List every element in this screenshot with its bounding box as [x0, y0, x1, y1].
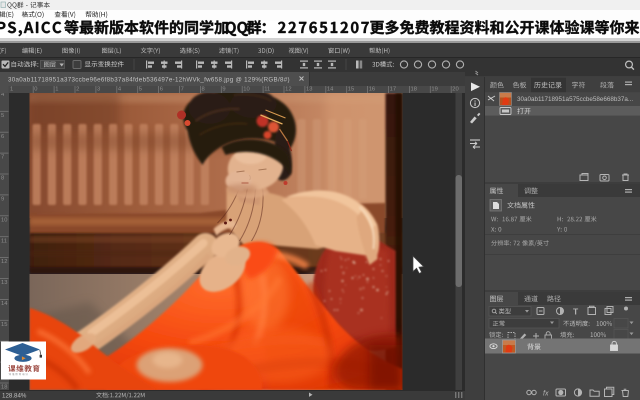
- svg-text:12: 12: [1, 259, 7, 265]
- svg-text:15: 15: [1, 322, 7, 328]
- svg-text:15: 15: [348, 87, 354, 93]
- svg-text:1: 1: [10, 87, 13, 93]
- svg-text:9: 9: [222, 87, 225, 93]
- svg-text:9: 9: [1, 197, 4, 203]
- svg-text:12: 12: [285, 87, 291, 93]
- svg-text:5: 5: [139, 87, 142, 93]
- svg-text:6: 6: [1, 134, 4, 140]
- svg-text:13: 13: [1, 280, 7, 286]
- svg-text:8: 8: [202, 87, 205, 93]
- svg-text:0: 0: [34, 87, 37, 93]
- svg-text:7: 7: [181, 87, 184, 93]
- svg-text:5: 5: [1, 113, 4, 119]
- svg-text:14: 14: [1, 301, 8, 307]
- svg-text:11: 11: [264, 87, 270, 93]
- svg-text:4: 4: [118, 87, 122, 93]
- svg-text:30a0ab11718951a373ccbe96e6f8b3: 30a0ab11718951a373ccbe96e6f8b37a84fdeb53…: [8, 77, 290, 84]
- svg-text:T: T: [573, 307, 579, 317]
- svg-text:30a0ab11718951a575ccbe58e668b3: 30a0ab11718951a575ccbe58e668b37a...: [517, 96, 633, 103]
- svg-text:19: 19: [431, 87, 437, 93]
- svg-text:18: 18: [1, 385, 7, 391]
- svg-text:fx: fx: [543, 391, 549, 398]
- svg-text:10: 10: [1, 217, 7, 223]
- svg-text:2: 2: [76, 87, 79, 93]
- svg-text:10: 10: [243, 87, 249, 93]
- svg-text:8: 8: [1, 176, 4, 182]
- svg-text:14: 14: [327, 87, 334, 93]
- svg-text:6: 6: [160, 87, 163, 93]
- svg-text:3: 3: [97, 87, 100, 93]
- svg-text:128.84%: 128.84%: [2, 392, 27, 399]
- svg-text:18: 18: [411, 87, 417, 93]
- svg-text:7: 7: [1, 155, 4, 161]
- svg-text:11: 11: [1, 238, 7, 244]
- svg-text:13: 13: [306, 87, 312, 93]
- svg-text:1: 1: [55, 87, 58, 93]
- svg-text:17: 17: [390, 87, 396, 93]
- svg-text:20: 20: [452, 87, 458, 93]
- svg-text:16: 16: [369, 87, 375, 93]
